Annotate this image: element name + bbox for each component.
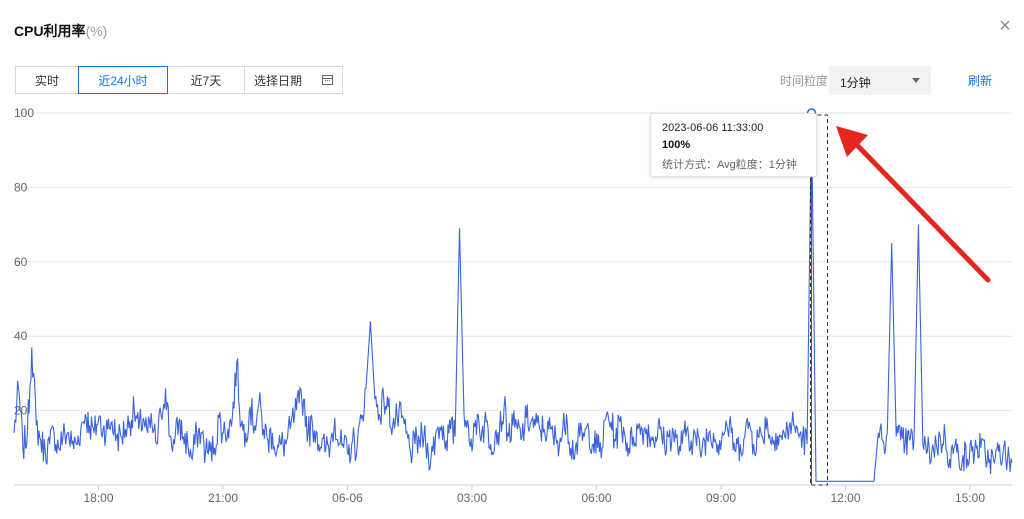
granularity-select[interactable]: 1分钟 bbox=[829, 66, 931, 95]
x-tick-label: 06:00 bbox=[581, 491, 611, 505]
tab-last-24h[interactable]: 近24小时 bbox=[78, 66, 168, 94]
tooltip-time: 2023-06-06 11:33:00 bbox=[662, 122, 764, 134]
tab-select-date[interactable]: 选择日期 bbox=[244, 66, 343, 94]
x-tick-label: 03:00 bbox=[457, 491, 487, 505]
tab-last-7d[interactable]: 近7天 bbox=[167, 66, 245, 94]
y-tick-label: 60 bbox=[14, 255, 28, 269]
chart-tooltip: 2023-06-06 11:33:00 100% 统计方式：Avg粒度：1分钟 bbox=[650, 113, 817, 177]
select-date-label: 选择日期 bbox=[253, 73, 302, 88]
cpu-series-line bbox=[13, 112, 1013, 482]
x-tick-label: 21:00 bbox=[208, 491, 238, 505]
time-range-tabs: 实时 近24小时 近7天 选择日期 bbox=[15, 66, 343, 94]
cpu-chart[interactable]: 20406080100 18:00 21:00 06-06 03:00 06:00 09:… bbox=[0, 100, 1024, 519]
tooltip-meta: 统计方式：Avg粒度：1分钟 bbox=[662, 159, 797, 171]
x-axis-ticks: 18:00 21:00 06-06 03:00 06:00 09:00 12:00 15:00 bbox=[83, 485, 985, 505]
close-icon[interactable]: × bbox=[996, 16, 1014, 36]
chart-grid bbox=[14, 112, 1012, 412]
x-tick-label: 06-06 bbox=[332, 491, 363, 505]
tooltip-value: 100% bbox=[662, 139, 691, 151]
x-tick-label: 18:00 bbox=[83, 491, 113, 505]
x-tick-label: 12:00 bbox=[830, 491, 860, 505]
x-tick-label: 15:00 bbox=[955, 491, 985, 505]
chevron-down-icon bbox=[912, 78, 920, 83]
refresh-button[interactable]: 刷新 bbox=[968, 72, 992, 89]
title-unit: (%) bbox=[85, 23, 108, 39]
page-title: CPU利用率(%) bbox=[14, 21, 107, 41]
title-text: CPU利用率 bbox=[14, 23, 86, 39]
y-tick-label: 100 bbox=[14, 106, 34, 120]
granularity-value: 1分钟 bbox=[840, 76, 871, 90]
calendar-icon bbox=[322, 75, 333, 85]
y-tick-label: 40 bbox=[14, 329, 28, 343]
x-tick-label: 09:00 bbox=[706, 491, 736, 505]
y-tick-label: 80 bbox=[14, 180, 28, 194]
tab-realtime[interactable]: 实时 bbox=[15, 66, 79, 94]
annotation-arrow bbox=[855, 143, 991, 283]
